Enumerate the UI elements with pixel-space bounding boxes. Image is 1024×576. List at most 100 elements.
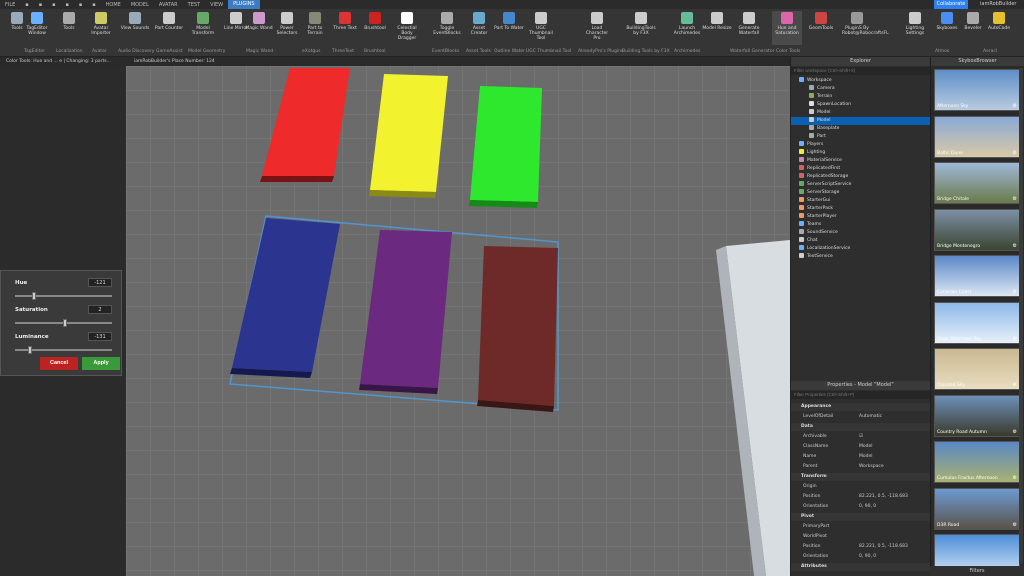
property-row[interactable]: Orientation 0, 90, 0: [791, 503, 931, 511]
explorer-item[interactable]: SoundService: [791, 229, 931, 237]
apply-button[interactable]: Apply: [82, 357, 120, 370]
menu-file[interactable]: FILE: [0, 2, 20, 8]
property-row[interactable]: Origin: [791, 483, 931, 491]
explorer-item[interactable]: Camera: [791, 85, 931, 93]
document-tab[interactable]: Color Tools: Hue and ... e | Changing: 3…: [2, 57, 115, 66]
luminance-value-input[interactable]: -131: [88, 332, 112, 341]
ribbon-tool-model-resize[interactable]: Model Resize: [702, 11, 732, 45]
ribbon-tool-ugc-thumbnail-tool[interactable]: UGC Thumbnail Tool: [526, 11, 556, 45]
red-part[interactable]: [262, 68, 350, 176]
property-value[interactable]: ☑: [859, 433, 863, 441]
menu-avatar[interactable]: AVATAR: [154, 2, 183, 8]
explorer-item[interactable]: Model: [791, 109, 931, 117]
explorer-item[interactable]: StarterPlayer: [791, 213, 931, 221]
skybox-thumbnail[interactable]: Clouded Sky ⚙: [934, 348, 1020, 390]
toolbar-icon[interactable]: ▪: [47, 2, 60, 8]
ribbon-tool-three-text[interactable]: Three Text: [330, 11, 360, 45]
ribbon-tool-power-selectors[interactable]: Power Selectors: [272, 11, 302, 45]
property-section[interactable]: Data: [791, 423, 931, 431]
property-row[interactable]: LevelOfDetail Automatic: [791, 413, 931, 421]
gear-icon[interactable]: ⚙: [1013, 475, 1017, 481]
hue-value-input[interactable]: -121: [88, 278, 112, 287]
skybox-filters-button[interactable]: Filters: [930, 566, 1024, 576]
gear-icon[interactable]: ⚙: [1013, 150, 1017, 156]
explorer-item[interactable]: LocalizationService: [791, 245, 931, 253]
property-row[interactable]: Name Model: [791, 453, 931, 461]
menu-plugins[interactable]: PLUGINS: [228, 0, 260, 9]
property-value[interactable]: 0, 90, 0: [859, 553, 876, 561]
property-value[interactable]: Model: [859, 453, 873, 461]
explorer-item[interactable]: TextService: [791, 253, 931, 261]
property-value[interactable]: Automatic: [859, 413, 882, 421]
gear-icon[interactable]: ⚙: [1013, 196, 1017, 202]
skybox-scrollbar[interactable]: [1019, 68, 1023, 564]
saturation-slider-knob[interactable]: [63, 319, 68, 327]
collaborate-button[interactable]: Collaborate: [934, 0, 968, 9]
property-row[interactable]: WorldPivot: [791, 533, 931, 541]
ribbon-tool-buildingtools-by-f3x[interactable]: BuildingTools by F3X: [626, 11, 656, 45]
properties-filter-input[interactable]: [791, 391, 930, 399]
property-value[interactable]: Model: [859, 443, 873, 451]
gear-icon[interactable]: ⚙: [1013, 103, 1017, 109]
skybox-thumbnail[interactable]: Cumulus Fractus Afternoon ⚙: [934, 441, 1020, 483]
explorer-item[interactable]: Lighting: [791, 149, 931, 157]
ribbon-tool-launch-archimedes[interactable]: Launch Archimedes: [672, 11, 702, 45]
maroon-part[interactable]: [478, 246, 558, 406]
menu-model[interactable]: MODEL: [126, 2, 154, 8]
ribbon-tool-part-to-terrain[interactable]: Part to Terrain: [300, 11, 330, 45]
ribbon-tool-model-transform[interactable]: Model Transform: [188, 11, 218, 45]
ribbon-tool-generate-waterfall[interactable]: Generate Waterfall: [734, 11, 764, 45]
property-section[interactable]: Attributes: [791, 563, 931, 571]
property-value[interactable]: 0, 90, 0: [859, 503, 876, 511]
explorer-item[interactable]: Chat: [791, 237, 931, 245]
explorer-item[interactable]: MaterialService: [791, 157, 931, 165]
toolbar-icon[interactable]: ▪: [87, 2, 100, 8]
property-row[interactable]: Orientation 0, 90, 0: [791, 553, 931, 561]
property-row[interactable]: ClassName Model: [791, 443, 931, 451]
explorer-item[interactable]: Teams: [791, 221, 931, 229]
property-row[interactable]: Position 82.221, 0.5, -118.683: [791, 543, 931, 551]
gear-icon[interactable]: ⚙: [1013, 522, 1017, 528]
ribbon-tool-plugins-by-robot-robocraftsfl[interactable]: PluginS By Robot@RobocraftsFL: [842, 11, 889, 45]
ribbon-tool-avatar-importer[interactable]: Avatar Importer: [86, 11, 116, 45]
purple-part[interactable]: [360, 230, 452, 388]
toolbar-icon[interactable]: ▪: [20, 2, 33, 8]
explorer-item[interactable]: Terrain: [791, 93, 931, 101]
property-section[interactable]: Transform: [791, 473, 931, 481]
3d-viewport[interactable]: [126, 66, 790, 576]
explorer-item[interactable]: StarterGui: [791, 197, 931, 205]
skybox-thumbnail[interactable]: Clear Afternoon Sky ⚙: [934, 301, 1020, 344]
explorer-item[interactable]: ReplicatedStorage: [791, 173, 931, 181]
explorer-item[interactable]: Players: [791, 141, 931, 149]
explorer-item[interactable]: Part: [791, 133, 931, 141]
menu-home[interactable]: HOME: [101, 2, 126, 8]
property-value[interactable]: 82.221, 0.5, -118.683: [859, 493, 908, 501]
ribbon-tool-magic-wand[interactable]: Magic Wand: [244, 11, 274, 45]
property-row[interactable]: PrimaryPart: [791, 523, 931, 531]
ribbon-tool-part-to-water[interactable]: Part To Water: [494, 11, 524, 45]
menu-view[interactable]: VIEW: [205, 2, 228, 8]
ribbon-tool-load-character-pro[interactable]: Load Character Pro: [582, 11, 612, 45]
property-row[interactable]: Archivable ☑: [791, 433, 931, 441]
toolbar-icon[interactable]: ▪: [74, 2, 87, 8]
property-row[interactable]: Parent Workspace: [791, 463, 931, 471]
hue-slider-knob[interactable]: [31, 292, 36, 300]
gear-icon[interactable]: ⚙: [1013, 336, 1017, 342]
property-section[interactable]: Pivot: [791, 513, 931, 521]
property-value[interactable]: Workspace: [859, 463, 884, 471]
saturation-value-input[interactable]: 2: [88, 305, 112, 314]
ribbon-tool-lighting-settings[interactable]: Lighting Settings: [900, 11, 930, 45]
ribbon-tool-hue-and-saturation[interactable]: Hue and Saturation: [772, 11, 802, 45]
hue-slider-track[interactable]: [15, 295, 112, 297]
skybox-thumbnail[interactable]: Bridge Montenegro ⚙: [934, 208, 1020, 251]
explorer-filter-input[interactable]: [791, 67, 930, 75]
cancel-button[interactable]: Cancel: [40, 357, 78, 370]
explorer-item[interactable]: SpawnLocation: [791, 101, 931, 109]
skybox-thumbnail[interactable]: Country Road Autumn ⚙: [934, 394, 1020, 437]
explorer-item[interactable]: ReplicatedFirst: [791, 165, 931, 173]
ribbon-tool-brushtool[interactable]: Brushtool: [360, 11, 390, 45]
ribbon-tool-toggle-eventblocks[interactable]: Toggle EventBlocks: [432, 11, 462, 45]
explorer-item[interactable]: ServerScriptService: [791, 181, 931, 189]
ribbon-tool-geomtools[interactable]: GeomTools: [806, 11, 836, 45]
skybox-thumbnail[interactable]: Afternoon Sky ⚙: [934, 69, 1020, 111]
